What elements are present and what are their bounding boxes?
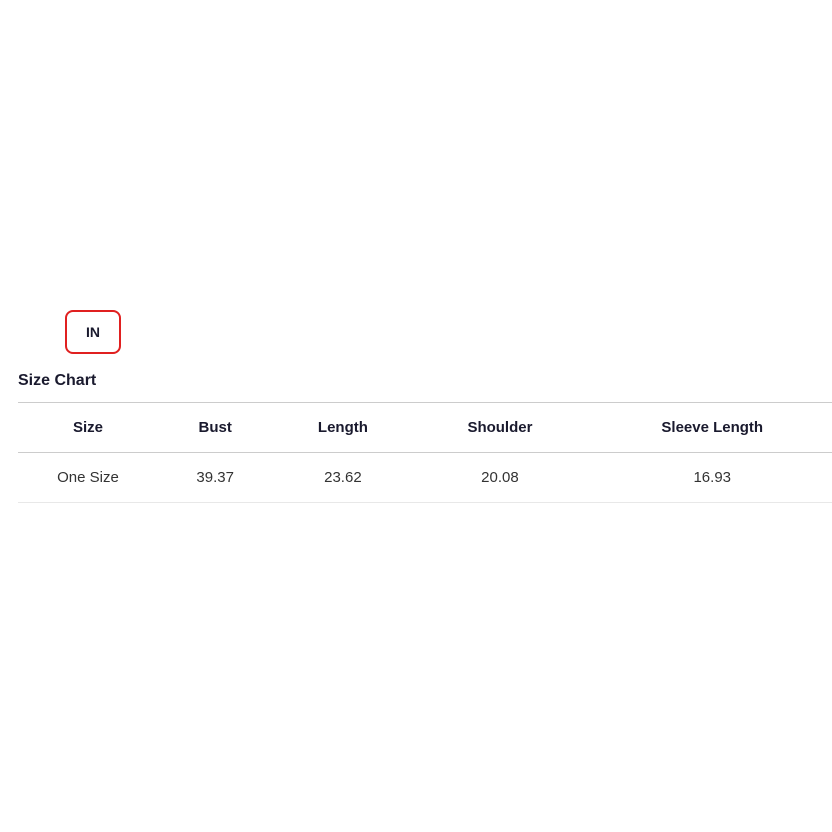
cell-bust: 39.37 [158,453,272,503]
cell-shoulder: 20.08 [413,453,586,503]
table-header-row: Size Bust Length Shoulder Sleeve Length [18,403,832,453]
unit-button-area: IN [0,0,832,354]
page-container: IN Size Chart Size Bust Length Shoulder … [0,0,832,832]
size-chart-title: Size Chart [10,372,832,390]
table-row: One Size 39.37 23.62 20.08 16.93 [18,453,832,503]
cell-sleeve-length: 16.93 [587,453,832,503]
col-header-size: Size [18,403,158,453]
col-header-sleeve-length: Sleeve Length [587,403,832,453]
col-header-bust: Bust [158,403,272,453]
col-header-shoulder: Shoulder [413,403,586,453]
col-header-length: Length [272,403,413,453]
cell-length: 23.62 [272,453,413,503]
size-chart-section: Size Chart Size Bust Length Shoulder Sle… [0,354,832,503]
size-table: Size Bust Length Shoulder Sleeve Length … [18,402,832,503]
unit-toggle-button[interactable]: IN [65,310,121,354]
cell-size: One Size [18,453,158,503]
